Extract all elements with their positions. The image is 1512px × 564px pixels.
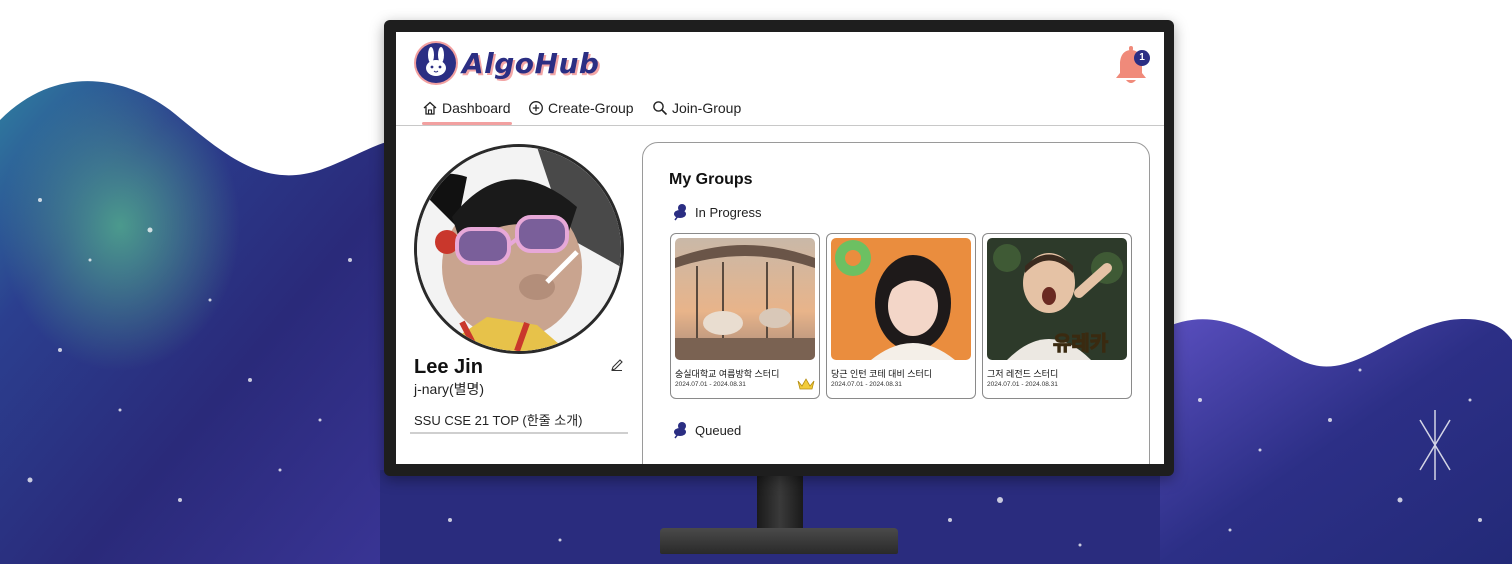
group-thumbnail-portrait bbox=[831, 238, 971, 360]
pushpin-icon bbox=[674, 422, 686, 439]
monitor-base bbox=[660, 528, 898, 554]
app-logo[interactable]: AlgoHub bbox=[416, 42, 599, 84]
tab-join-group-label: Join-Group bbox=[672, 100, 742, 116]
group-card-title: 당근 인턴 코테 대비 스터디 bbox=[831, 369, 933, 379]
logo-text: AlgoHub bbox=[462, 46, 600, 80]
pushpin-icon bbox=[674, 204, 686, 221]
avatar[interactable] bbox=[414, 144, 624, 354]
group-card[interactable]: 숭실대학교 여름방학 스터디 2024.07.01 - 2024.08.31 bbox=[670, 233, 820, 399]
queued-label: Queued bbox=[695, 422, 742, 438]
group-card-dates: 2024.07.01 - 2024.08.31 bbox=[831, 381, 902, 388]
in-progress-card-list: 숭실대학교 여름방학 스터디 2024.07.01 - 2024.08.31 당… bbox=[670, 233, 1132, 399]
eureka-caption: 유레카 bbox=[1053, 331, 1109, 355]
search-icon bbox=[653, 101, 668, 116]
home-icon bbox=[423, 101, 437, 115]
bio-divider bbox=[410, 432, 628, 434]
group-card-dates: 2024.07.01 - 2024.08.31 bbox=[675, 381, 746, 388]
tab-dashboard-label: Dashboard bbox=[442, 100, 511, 116]
group-card[interactable]: 당근 인턴 코테 대비 스터디 2024.07.01 - 2024.08.31 bbox=[826, 233, 976, 399]
my-groups-title: My Groups bbox=[669, 171, 753, 188]
group-thumbnail-eureka: 유레카 bbox=[987, 238, 1127, 360]
active-tab-indicator bbox=[422, 122, 512, 125]
monitor-stand bbox=[757, 470, 803, 534]
app-screen: AlgoHub 1 Dashboard Create-Group Join-Gr… bbox=[396, 32, 1164, 464]
group-thumbnail-carousel bbox=[675, 238, 815, 360]
tab-create-group-label: Create-Group bbox=[548, 100, 634, 116]
edit-pencil-icon[interactable] bbox=[610, 358, 624, 372]
tab-create-group[interactable]: Create-Group bbox=[528, 100, 634, 116]
section-in-progress: In Progress bbox=[673, 203, 761, 221]
profile-nickname: j-nary(별명) bbox=[414, 381, 485, 397]
notification-badge: 1 bbox=[1134, 50, 1150, 66]
tab-dashboard[interactable]: Dashboard bbox=[422, 100, 511, 116]
group-card-title: 그저 레전드 스터디 bbox=[987, 369, 1059, 379]
main-nav: Dashboard Create-Group Join-Group bbox=[396, 92, 1164, 126]
section-queued: Queued bbox=[673, 421, 741, 439]
rabbit-mascot-icon bbox=[416, 43, 456, 83]
group-card-title: 숭실대학교 여름방학 스터디 bbox=[675, 369, 780, 379]
crown-icon bbox=[797, 378, 815, 390]
plus-circle-icon bbox=[529, 101, 543, 115]
group-card[interactable]: 유레카 그저 레전드 스터디 2024.07.01 - 2024.08.31 bbox=[982, 233, 1132, 399]
group-card-dates: 2024.07.01 - 2024.08.31 bbox=[987, 381, 1058, 388]
in-progress-label: In Progress bbox=[695, 204, 762, 220]
tab-join-group[interactable]: Join-Group bbox=[652, 100, 741, 116]
my-groups-panel: My Groups In Progress 숭실대학교 여름방학 스터디 202… bbox=[642, 142, 1150, 464]
profile-bio: SSU CSE 21 TOP (한줄 소개) bbox=[414, 413, 583, 428]
profile-name: Lee Jin bbox=[414, 356, 483, 378]
